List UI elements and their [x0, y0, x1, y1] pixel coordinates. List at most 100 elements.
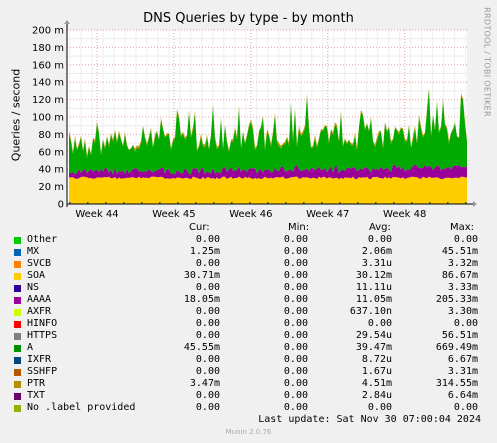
legend-value-avg: 1.67u: [361, 366, 392, 377]
legend-swatch: [14, 237, 21, 244]
legend-row: HINFO 0.00 0.00 0.00 0.00: [12, 318, 482, 330]
legend-value-avg: 0.00: [367, 402, 392, 413]
legend-value-cur: 0.00: [195, 390, 220, 401]
legend-series-name: A: [27, 342, 34, 353]
legend-value-max: 56.51m: [441, 330, 478, 341]
legend-value-avg: 39.47m: [355, 342, 392, 353]
y-tick-label: 160 m: [32, 60, 64, 71]
legend-header-avg: Avg:: [369, 222, 391, 233]
legend-row: No .label provided 0.00 0.00 0.00 0.00: [12, 402, 482, 414]
legend-series-name: PTR: [27, 378, 46, 389]
y-tick-label: 200 m: [32, 26, 64, 37]
legend-swatch: [14, 333, 21, 340]
legend-value-max: 314.55m: [435, 378, 478, 389]
legend-swatch: [14, 249, 21, 256]
legend-value-min: 0.00: [283, 354, 308, 365]
legend-series-name: AAAA: [27, 294, 52, 305]
legend-header-cur: Cur:: [189, 222, 210, 233]
legend-value-cur: 45.55m: [183, 342, 220, 353]
legend-swatch: [14, 309, 21, 316]
y-tick-label: 80 m: [38, 130, 64, 141]
legend-value-max: 669.49m: [435, 342, 478, 353]
legend-series-name: AXFR: [27, 306, 52, 317]
legend-series-name: IXFR: [27, 354, 52, 365]
dns-queries-chart: 0 20 m 40 m 60 m 80 m 100 m 120 m 140 m 160 m 180…: [32, 20, 477, 220]
legend-value-max: 86.67m: [441, 270, 478, 281]
y-tick-label: 140 m: [32, 78, 64, 89]
legend-value-min: 0.00: [283, 258, 308, 269]
legend-value-cur: 0.00: [195, 234, 220, 245]
legend-value-avg: 0.00: [367, 318, 392, 329]
legend-value-avg: 8.72u: [361, 354, 392, 365]
legend-value-avg: 30.12m: [355, 270, 392, 281]
x-tick-label: Week 45: [152, 209, 195, 220]
y-axis-arrow: [64, 20, 70, 24]
legend-value-min: 0.00: [283, 330, 308, 341]
legend-value-cur: 3.47m: [189, 378, 220, 389]
legend-value-cur: 1.25m: [189, 246, 220, 257]
legend-value-max: 0.00: [453, 318, 478, 329]
legend-swatch: [14, 357, 21, 364]
legend-value-cur: 30.71m: [183, 270, 220, 281]
legend-value-max: 3.30m: [447, 306, 478, 317]
legend-series-name: SOA: [27, 270, 46, 281]
legend-value-avg: 11.05m: [355, 294, 392, 305]
legend-header-max: Max:: [450, 222, 475, 233]
legend-value-avg: 11.11u: [355, 282, 392, 293]
legend-series-name: NS: [27, 282, 40, 293]
legend-value-min: 0.00: [283, 270, 308, 281]
y-tick-label: 20 m: [38, 182, 64, 193]
legend-value-max: 0.00: [453, 402, 478, 413]
legend-series-name: SSHFP: [27, 366, 58, 377]
legend-value-cur: 18.05m: [183, 294, 220, 305]
legend-value-avg: 3.31u: [361, 258, 392, 269]
x-tick-label: Week 46: [229, 209, 272, 220]
legend-series-name: HTTPS: [27, 330, 58, 341]
y-tick-label: 40 m: [38, 165, 64, 176]
legend-series-name: No .label provided: [27, 402, 136, 413]
x-tick-labels: Week 44 Week 45 Week 46 Week 47 Week 48: [75, 209, 426, 220]
legend-value-min: 0.00: [283, 402, 308, 413]
legend-value-min: 0.00: [283, 246, 308, 257]
legend-swatch: [14, 381, 21, 388]
legend-value-cur: 0.00: [195, 318, 220, 329]
legend-value-max: 3.32m: [447, 258, 478, 269]
legend-value-avg: 2.84u: [361, 390, 392, 401]
legend-swatch: [14, 285, 21, 292]
legend-swatch: [14, 273, 21, 280]
legend-swatch: [14, 345, 21, 352]
y-tick-label: 0: [58, 200, 64, 211]
x-tick-label: Week 47: [306, 209, 349, 220]
series-area-soa: [69, 176, 467, 204]
legend-value-avg: 2.06m: [361, 246, 392, 257]
legend-swatch: [14, 297, 21, 304]
legend-value-min: 0.00: [283, 234, 308, 245]
legend-value-min: 0.00: [283, 282, 308, 293]
legend-swatch: [14, 321, 21, 328]
x-tick-label: Week 44: [75, 209, 118, 220]
y-tick-label: 180 m: [32, 43, 64, 54]
y-tick-label: 60 m: [38, 147, 64, 158]
legend-value-cur: 0.00: [195, 330, 220, 341]
legend-swatch: [14, 405, 21, 412]
legend-value-max: 3.33m: [447, 282, 478, 293]
legend-value-max: 205.33m: [435, 294, 478, 305]
last-update: Last update: Sat Nov 30 07:00:04 2024: [258, 414, 481, 425]
legend-value-min: 0.00: [283, 294, 308, 305]
legend-value-avg: 4.51m: [361, 378, 392, 389]
legend-value-min: 0.00: [283, 366, 308, 377]
legend-value-max: 0.00: [453, 234, 478, 245]
legend-value-max: 6.64m: [447, 390, 478, 401]
legend-value-min: 0.00: [283, 318, 308, 329]
legend-header-min: Min:: [288, 222, 310, 233]
legend-row: PTR 3.47m 0.00 4.51m 314.55m: [12, 378, 482, 390]
legend-value-min: 0.00: [283, 390, 308, 401]
legend-value-min: 0.00: [283, 306, 308, 317]
legend-series-name: MX: [27, 246, 40, 257]
legend-row: NS 0.00 0.00 11.11u 3.33m: [12, 282, 482, 294]
legend-row: SVCB 0.00 0.00 3.31u 3.32m: [12, 258, 482, 270]
y-tick-label: 100 m: [32, 113, 64, 124]
x-tick-label: Week 48: [383, 209, 426, 220]
legend-value-min: 0.00: [283, 378, 308, 389]
legend-swatch: [14, 393, 21, 400]
